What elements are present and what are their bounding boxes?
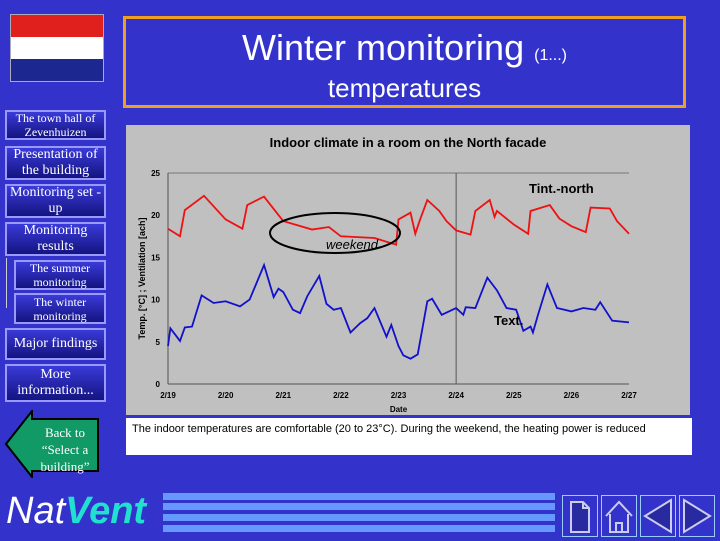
x-tick-label: 2/26 (564, 391, 580, 400)
stripe (163, 525, 555, 532)
x-tick-label: 2/19 (160, 391, 176, 400)
sidebar-item-monitoring-results[interactable]: Monitoring results (5, 222, 106, 256)
next-icon (683, 498, 712, 534)
back-label: Back to “Select a building” (40, 425, 90, 474)
back-button[interactable]: Back to “Select a building” (4, 408, 100, 480)
text-label: Text. (494, 313, 523, 328)
stripe (163, 503, 555, 510)
next-button[interactable] (679, 495, 715, 537)
y-tick-label: 15 (151, 253, 160, 262)
x-tick-label: 2/22 (333, 391, 349, 400)
sidebar-item-winter-monitoring[interactable]: The winter monitoring (14, 293, 106, 324)
y-axis-label: Temp. [°C] ; Ventilation [ach] (137, 218, 147, 340)
x-tick-label: 2/27 (621, 391, 637, 400)
chart-svg: Indoor climate in a room on the North fa… (137, 135, 637, 414)
x-tick-label: 2/21 (275, 391, 291, 400)
caption: The indoor temperatures are comfortable … (126, 418, 692, 455)
x-tick-label: 2/23 (391, 391, 407, 400)
sidebar-item-more-information[interactable]: More information... (5, 364, 106, 402)
page-title: Winter monitoring (1...) (126, 27, 683, 69)
home-button[interactable] (601, 495, 637, 537)
netherlands-flag (10, 14, 104, 82)
x-tick-label: 2/25 (506, 391, 522, 400)
natvent-logo: NatVent (6, 490, 147, 532)
chart: Indoor climate in a room on the North fa… (126, 125, 690, 415)
stripe (163, 514, 555, 521)
x-tick-label: 2/24 (448, 391, 464, 400)
y-tick-label: 10 (151, 296, 160, 305)
sidebar-item-town-hall[interactable]: The town hall of Zevenhuizen (5, 110, 106, 140)
sidebar-item-summer-monitoring[interactable]: The summer monitoring (14, 260, 106, 290)
home-icon (605, 500, 633, 533)
x-tick-label: 2/20 (218, 391, 234, 400)
y-tick-label: 5 (156, 338, 161, 347)
weekend-label: weekend (326, 237, 379, 252)
previous-button[interactable] (640, 495, 676, 537)
chart-title: Indoor climate in a room on the North fa… (270, 135, 547, 150)
sidebar-item-monitoring-setup[interactable]: Monitoring set -up (5, 184, 106, 218)
tree-connector (6, 258, 14, 308)
previous-icon (643, 498, 672, 534)
page-subtitle: temperatures (327, 73, 482, 103)
y-tick-label: 0 (156, 380, 161, 389)
title-box: Winter monitoring (1...) temperatures (123, 16, 686, 108)
title-suffix: (1...) (534, 47, 567, 64)
sidebar-item-presentation[interactable]: Presentation of the building (5, 146, 106, 180)
series-line-text- (167, 262, 630, 360)
document-icon (570, 501, 590, 533)
y-tick-label: 20 (151, 211, 160, 220)
y-tick-label: 25 (151, 169, 160, 178)
document-button[interactable] (562, 495, 598, 537)
sidebar-item-major-findings[interactable]: Major findings (5, 328, 106, 360)
tint-north-label: Tint.-north (529, 181, 594, 196)
stripe (163, 493, 555, 500)
title-text: Winter monitoring (242, 27, 525, 68)
x-axis-label: Date (390, 405, 408, 414)
